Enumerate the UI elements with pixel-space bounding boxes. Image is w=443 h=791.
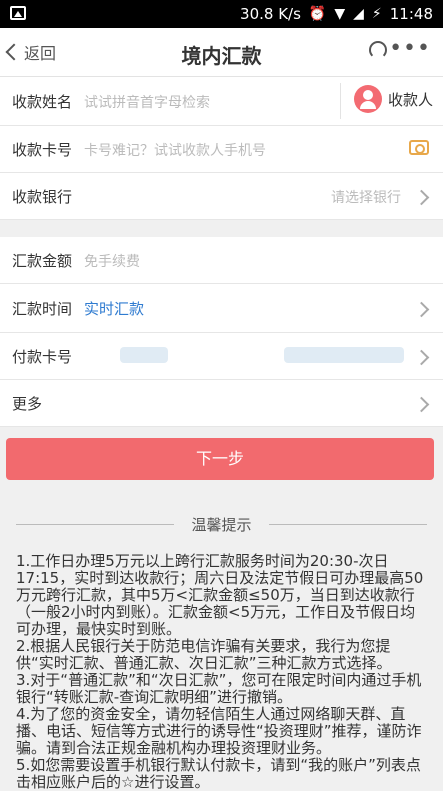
- amount-row: 汇款金额 免手续费: [0, 237, 443, 284]
- blurred-card-number: [120, 347, 168, 363]
- gallery-notification-icon: [10, 6, 26, 20]
- transfer-time-row[interactable]: 汇款时间 实时汇款: [0, 284, 443, 333]
- signal-icon: ◢: [353, 6, 364, 22]
- next-button[interactable]: 下一步: [6, 438, 434, 480]
- customer-service-icon[interactable]: [369, 41, 387, 59]
- nav-bar: 返回 境内汇款 •••: [0, 28, 443, 77]
- tip-item: 1.工作日办理5万元以上跨行汇款服务时间为20:30-次日17:15，实时到达收…: [16, 552, 424, 638]
- chevron-right-icon: [413, 396, 430, 413]
- clock: 11:48: [389, 5, 433, 23]
- chevron-right-icon: [413, 189, 430, 206]
- alarm-icon: ⏰: [308, 6, 327, 22]
- camera-scan-icon[interactable]: [409, 140, 429, 155]
- more-label: 更多: [12, 395, 43, 413]
- payee-button-label: 收款人: [387, 90, 433, 109]
- payee-name-input[interactable]: 试试拼音首字母检索: [84, 92, 210, 112]
- amount-label: 汇款金额: [12, 252, 73, 270]
- payee-bank-row[interactable]: 收款银行 请选择银行: [0, 173, 443, 220]
- amount-input[interactable]: 免手续费: [84, 251, 140, 271]
- transfer-time-label: 汇款时间: [12, 300, 73, 318]
- divider: [340, 83, 341, 119]
- tip-item: 5.如您需要设置手机银行默认付款卡，请到“我的账户”列表点击相应账户后的☆进行设…: [16, 756, 421, 791]
- blurred-card-number: [284, 347, 404, 363]
- pay-card-label: 付款卡号: [12, 348, 73, 366]
- avatar-icon: [353, 85, 382, 113]
- tip-item: 4.为了您的资金安全，请勿轻信陌生人通过网络聊天群、直播、电话、短信等方式进行的…: [16, 705, 422, 757]
- transfer-time-value: 实时汇款: [84, 300, 145, 318]
- network-speed: 30.8 K/s: [240, 5, 301, 23]
- payee-name-row: 收款姓名 试试拼音首字母检索 收款人: [0, 77, 443, 126]
- payee-bank-label: 收款银行: [12, 188, 73, 206]
- more-options-icon[interactable]: •••: [389, 36, 431, 61]
- tips-list: 1.工作日办理5万元以上跨行汇款服务时间为20:30-次日17:15，实时到达收…: [16, 553, 426, 791]
- divider: [269, 524, 427, 525]
- payee-card-row: 收款卡号 卡号难记？试试收款人手机号: [0, 126, 443, 173]
- bank-select-placeholder: 请选择银行: [331, 190, 401, 206]
- tip-item: 3.对于“普通汇款”和“次日汇款”，您可在限定时间内通过手机银行“转账汇款-查询…: [16, 671, 422, 706]
- more-row[interactable]: 更多: [0, 380, 443, 427]
- battery-charging-icon: ⚡: [371, 6, 382, 22]
- chevron-right-icon: [413, 301, 430, 318]
- wifi-icon: ▼: [334, 6, 346, 22]
- payee-list-button[interactable]: 收款人: [353, 85, 433, 113]
- payee-card-label: 收款卡号: [12, 141, 73, 159]
- chevron-right-icon: [413, 349, 430, 366]
- status-bar: 30.8 K/s ⏰ ▼ ◢ ⚡ 11:48: [0, 0, 443, 28]
- tip-item: 2.根据人民银行关于防范电信诈骗有关要求，我行为您提供“实时汇款、普通汇款、次日…: [16, 637, 392, 672]
- payee-card-input[interactable]: 卡号难记？试试收款人手机号: [84, 140, 266, 160]
- pay-card-row[interactable]: 付款卡号: [0, 333, 443, 380]
- payee-name-label: 收款姓名: [12, 93, 73, 111]
